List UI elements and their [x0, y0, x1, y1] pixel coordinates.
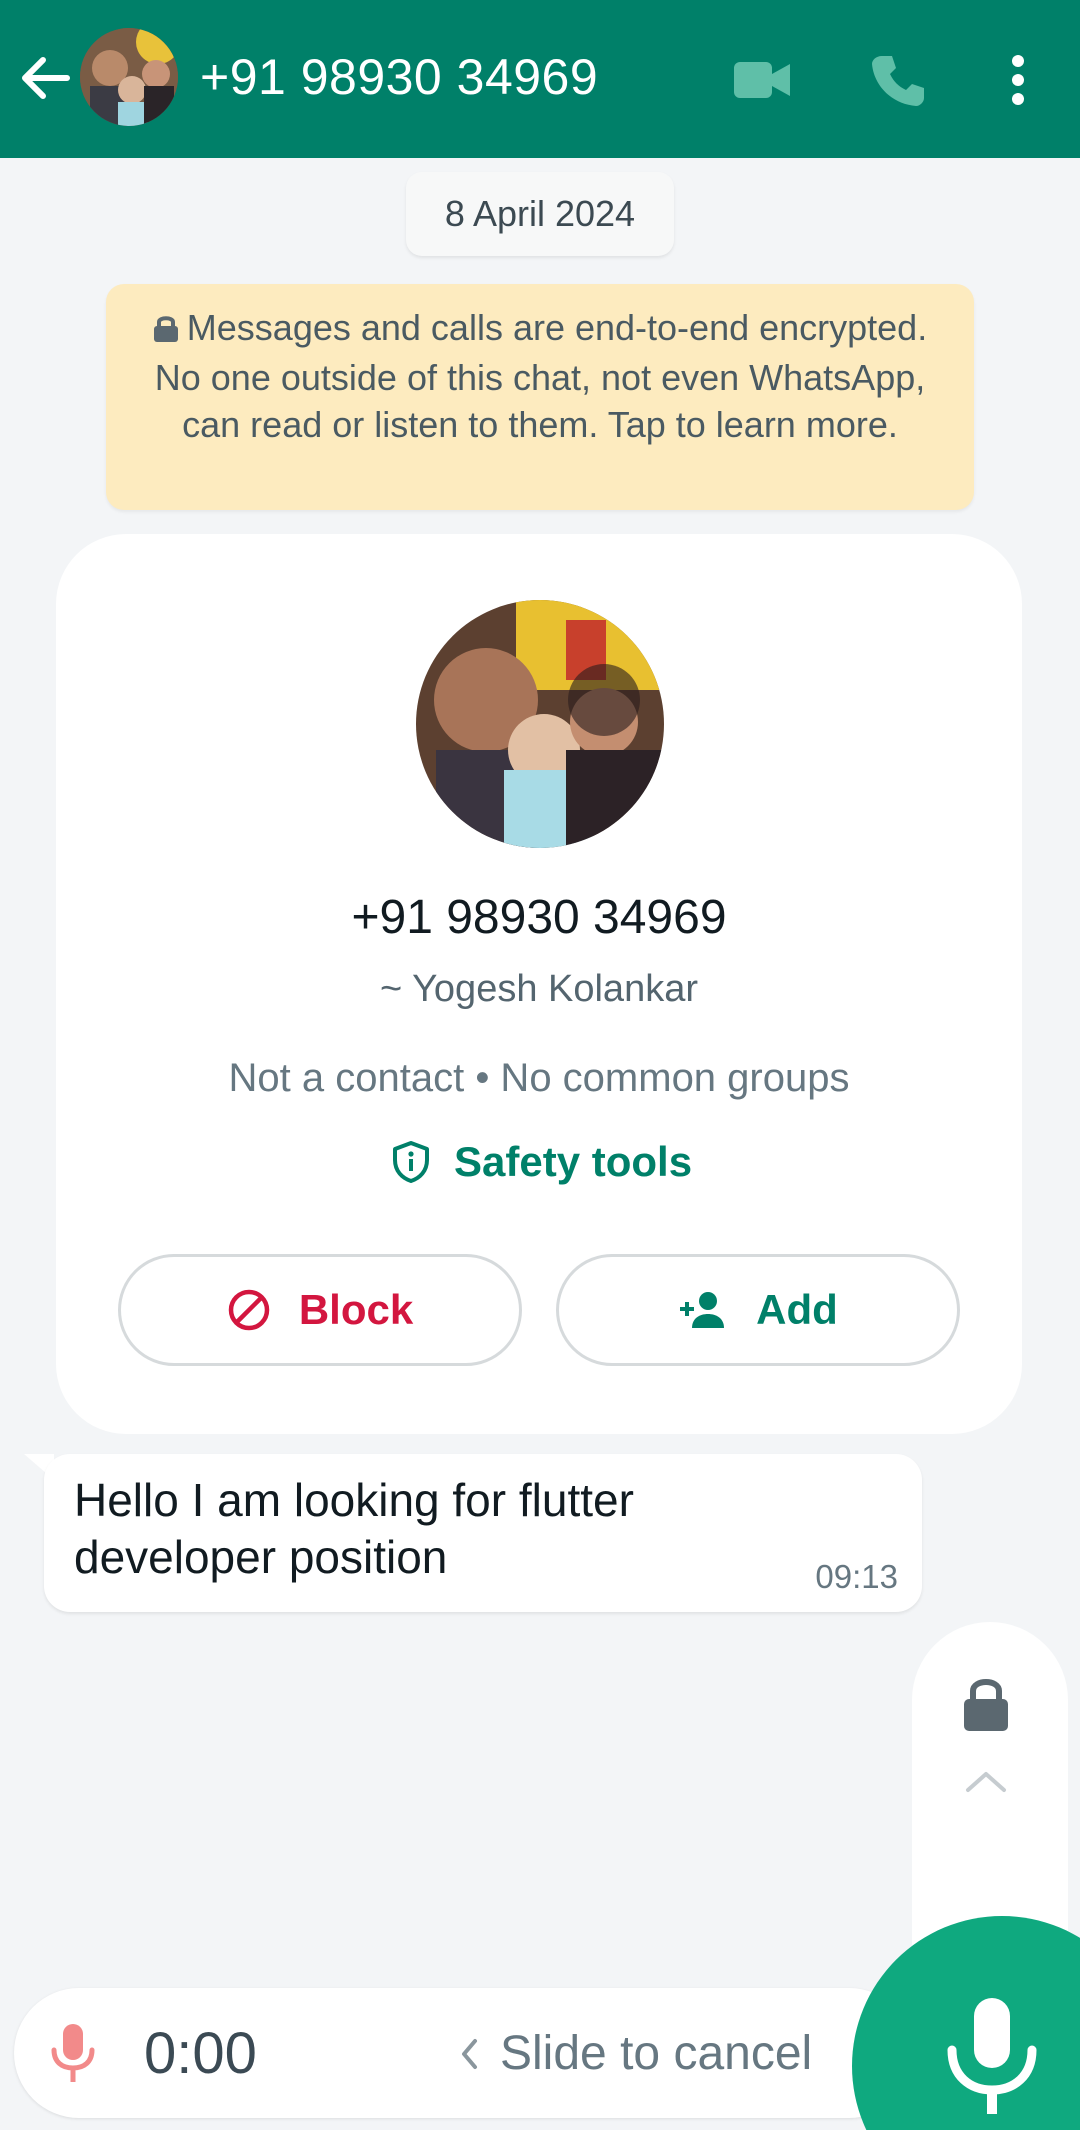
- header-avatar[interactable]: [80, 28, 178, 126]
- profile-phone: +91 98930 34969: [351, 891, 727, 944]
- more-options-icon[interactable]: [986, 48, 1050, 112]
- back-arrow-icon[interactable]: [18, 50, 74, 106]
- block-label: Block: [298, 1286, 414, 1333]
- recording-mic-icon: [48, 2022, 98, 2089]
- recording-bar: 0:00 Slide to cancel: [14, 1988, 914, 2118]
- recording-timer: 0:00: [144, 2021, 257, 2086]
- date-chip: 8 April 2024: [406, 172, 674, 256]
- add-contact-button[interactable]: Add: [556, 1254, 960, 1366]
- safety-tools-link[interactable]: Safety tools: [392, 1138, 692, 1186]
- slide-to-cancel-label: Slide to cancel: [500, 2027, 813, 2080]
- voice-call-icon[interactable]: [866, 48, 930, 112]
- shield-icon: [393, 1141, 429, 1183]
- lock-icon: [962, 1674, 1010, 1737]
- video-call-icon[interactable]: [730, 48, 794, 112]
- encryption-notice[interactable]: Messages and calls are end-to-end encryp…: [106, 284, 974, 510]
- contact-title[interactable]: +91 98930 34969: [200, 48, 598, 106]
- contact-status: Not a contact • No common groups: [228, 1056, 850, 1100]
- microphone-icon: [947, 1998, 1037, 2114]
- encryption-text: Messages and calls are end-to-end encryp…: [154, 307, 928, 445]
- add-label: Add: [756, 1286, 838, 1333]
- contact-info-card: +91 98930 34969 ~ Yogesh Kolankar Not a …: [56, 534, 1022, 1434]
- profile-name: ~ Yogesh Kolankar: [380, 968, 698, 1010]
- lock-icon: [153, 307, 179, 354]
- chat-header: +91 98930 34969: [0, 0, 1080, 158]
- chevron-left-icon: [462, 2038, 477, 2069]
- profile-photo[interactable]: [416, 600, 664, 848]
- message-text: Hello I am looking for flutter developer…: [74, 1474, 634, 1583]
- chevron-up-icon: [964, 1770, 1008, 1799]
- chat-screen: +91 98930 34969 8 April 2024 Messages an…: [0, 0, 1080, 2130]
- add-person-icon: [680, 1292, 725, 1328]
- safety-tools-label: Safety tools: [454, 1138, 693, 1185]
- incoming-message[interactable]: Hello I am looking for flutter developer…: [44, 1454, 922, 1612]
- slide-to-cancel[interactable]: Slide to cancel: [460, 2026, 812, 2081]
- message-time: 09:13: [815, 1558, 898, 1595]
- block-button[interactable]: Block: [118, 1254, 522, 1366]
- record-voice-button[interactable]: [852, 1916, 1080, 2130]
- block-icon: [228, 1289, 270, 1331]
